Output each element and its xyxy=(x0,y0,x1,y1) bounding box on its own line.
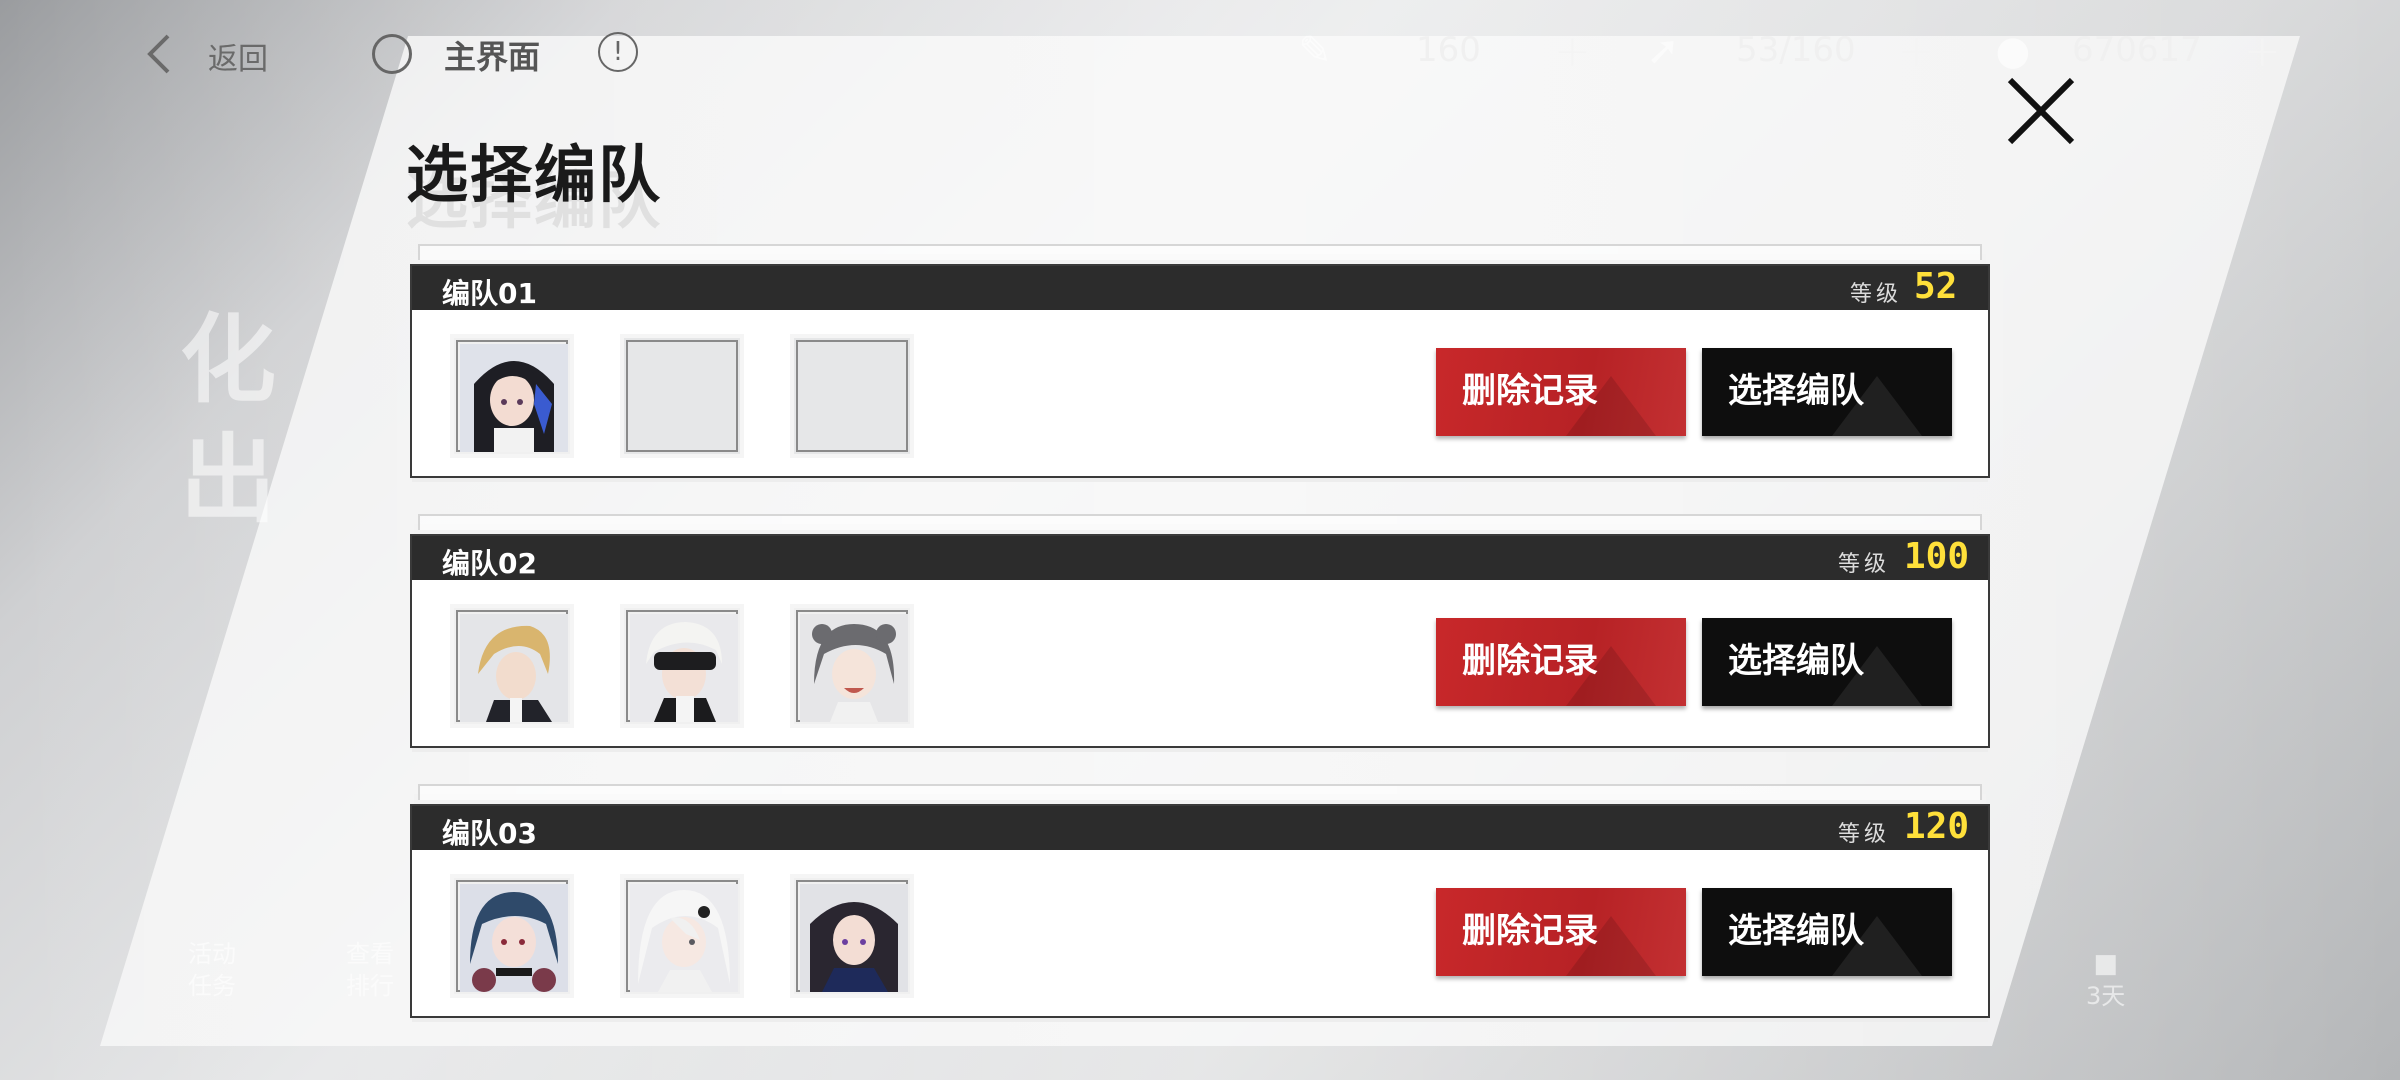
button-label: 删除记录 xyxy=(1462,641,1598,681)
character-slot-2[interactable] xyxy=(620,604,744,728)
home-icon[interactable] xyxy=(372,34,412,74)
team-card-02: 编队02 等级 100 删除记录 选择编队 xyxy=(410,514,1990,748)
select-team-button[interactable]: 选择编队 xyxy=(1702,348,1952,436)
background-ghost-text: 化 出 xyxy=(180,304,276,536)
character-portrait xyxy=(630,614,738,722)
character-slot-3[interactable] xyxy=(790,604,914,728)
stamina-icon: ✎ xyxy=(1298,28,1332,74)
team-name: 编队01 xyxy=(442,277,537,310)
stamina-add-button[interactable]: + xyxy=(1554,26,1591,77)
level-value: 120 xyxy=(1904,806,1970,847)
coin-value: 670617 xyxy=(2072,30,2202,70)
team-header: 编队03 等级 120 xyxy=(412,806,1988,850)
ranking-hint: 查看 排行 xyxy=(346,940,394,1000)
delete-record-button[interactable]: 删除记录 xyxy=(1436,618,1686,706)
character-portrait xyxy=(460,344,568,452)
character-portrait xyxy=(630,884,738,992)
energy-add-button[interactable]: + xyxy=(1898,26,1935,77)
back-icon[interactable] xyxy=(140,30,180,78)
character-portrait xyxy=(460,614,568,722)
select-team-button[interactable]: 选择编队 xyxy=(1702,618,1952,706)
lock-hint: ■ 3天 xyxy=(2086,949,2126,1010)
close-icon[interactable] xyxy=(2004,74,2078,148)
team-card-01: 编队01 等级 52 删除记录 选择编队 xyxy=(410,244,1990,478)
energy-value: 53/160 xyxy=(1736,30,1856,70)
team-card-03: 编队03 等级 120 删除记录 选择编队 xyxy=(410,784,1990,1018)
character-slot-2[interactable] xyxy=(620,334,744,458)
character-slot-2[interactable] xyxy=(620,874,744,998)
level-label: 等级 xyxy=(1850,282,1903,307)
home-button[interactable]: 主界面 xyxy=(444,32,540,78)
delete-record-button[interactable]: 删除记录 xyxy=(1436,888,1686,976)
level-value: 52 xyxy=(1914,266,1958,307)
button-label: 选择编队 xyxy=(1728,641,1864,681)
delete-record-button[interactable]: 删除记录 xyxy=(1436,348,1686,436)
activity-task-hint: 活动 任务 xyxy=(188,940,236,1000)
character-slot-1[interactable] xyxy=(450,604,574,728)
button-label: 删除记录 xyxy=(1462,371,1598,411)
character-slot-1[interactable] xyxy=(450,334,574,458)
coin-icon: ● xyxy=(1995,28,2031,74)
dialog-title: 选择编队 xyxy=(406,138,663,211)
lock-icon: ■ xyxy=(2093,949,2118,979)
level-value: 100 xyxy=(1904,536,1970,577)
team-header: 编队02 等级 100 xyxy=(412,536,1988,580)
button-label: 选择编队 xyxy=(1728,911,1864,951)
character-slot-1[interactable] xyxy=(450,874,574,998)
character-portrait xyxy=(800,884,908,992)
character-slot-3[interactable] xyxy=(790,334,914,458)
select-team-button[interactable]: 选择编队 xyxy=(1702,888,1952,976)
character-portrait xyxy=(800,614,908,722)
energy-icon: ➚ xyxy=(1646,28,1680,74)
coin-add-button[interactable]: + xyxy=(2244,26,2281,77)
button-label: 选择编队 xyxy=(1728,371,1864,411)
character-portrait xyxy=(460,884,568,992)
character-slot-3[interactable] xyxy=(790,874,914,998)
team-name: 编队03 xyxy=(442,817,537,850)
button-label: 删除记录 xyxy=(1462,911,1598,951)
back-button[interactable]: 返回 xyxy=(208,34,268,78)
level-label: 等级 xyxy=(1838,552,1891,577)
team-name: 编队02 xyxy=(442,547,537,580)
stamina-value: 160 xyxy=(1416,30,1481,70)
level-label: 等级 xyxy=(1838,822,1891,847)
team-header: 编队01 等级 52 xyxy=(412,266,1988,310)
info-icon[interactable]: ! xyxy=(598,32,638,72)
